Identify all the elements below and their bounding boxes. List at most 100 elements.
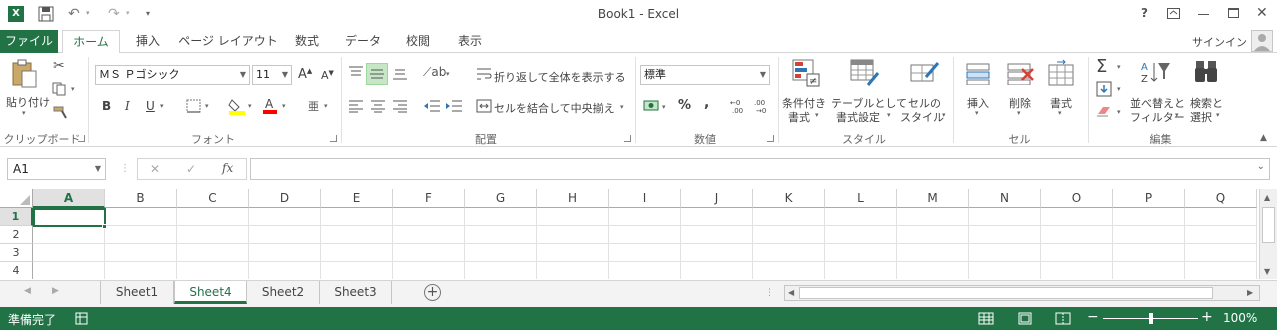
alignment-launcher-icon[interactable] (624, 135, 631, 142)
cell-h4[interactable] (537, 262, 609, 279)
autosum-dropdown-icon[interactable]: ▾ (1117, 63, 1121, 71)
orientation-icon[interactable]: ⟋ab (423, 65, 446, 80)
wrap-text-label[interactable]: 折り返して全体を表示する (494, 69, 626, 85)
align-bottom-icon[interactable] (392, 66, 408, 80)
cell-h1[interactable] (537, 208, 609, 226)
cell-b1[interactable] (105, 208, 177, 226)
grow-font-button[interactable]: A▲ (298, 67, 312, 82)
tab-file[interactable]: ファイル (0, 30, 58, 53)
align-center-icon[interactable] (370, 99, 386, 113)
cell-b3[interactable] (105, 244, 177, 262)
scroll-left-icon[interactable]: ◀ (788, 288, 794, 297)
fill-color-icon[interactable] (228, 97, 246, 115)
format-painter-icon[interactable] (53, 106, 68, 119)
expand-formula-icon[interactable]: ⌄ (1257, 161, 1265, 172)
shrink-font-button[interactable]: A▼ (321, 69, 334, 82)
cell-k4[interactable] (753, 262, 825, 279)
macro-record-icon[interactable] (75, 312, 89, 325)
font-launcher-icon[interactable] (330, 135, 337, 142)
cell-e1[interactable] (321, 208, 393, 226)
cell-d4[interactable] (249, 262, 321, 279)
column-header-m[interactable]: M (897, 189, 969, 208)
tab-formulas[interactable]: 数式 (285, 30, 329, 53)
maximize-icon[interactable] (1228, 8, 1239, 18)
fill-color-dropdown-icon[interactable]: ▾ (248, 102, 252, 110)
page-layout-view-icon[interactable] (1018, 312, 1032, 325)
cell-o2[interactable] (1041, 226, 1113, 244)
delete-cells-icon[interactable] (1007, 61, 1035, 85)
zoom-out-button[interactable]: − (1087, 309, 1099, 325)
cell-f1[interactable] (393, 208, 465, 226)
orientation-dropdown-icon[interactable]: ▾ (446, 70, 450, 78)
cell-n1[interactable] (969, 208, 1041, 226)
scroll-right-icon[interactable]: ▶ (1247, 288, 1253, 297)
align-top-icon[interactable] (348, 66, 364, 80)
cell-l4[interactable] (825, 262, 897, 279)
tab-view[interactable]: 表示 (448, 30, 492, 53)
collapse-ribbon-icon[interactable]: ▲ (1260, 133, 1267, 143)
cell-c1[interactable] (177, 208, 249, 226)
find-select-label-2[interactable]: 選択 (1190, 109, 1212, 125)
phonetic-guide-icon[interactable]: 亜 (308, 98, 319, 114)
horizontal-scrollbar[interactable]: ◀ ▶ (784, 285, 1260, 301)
cell-g2[interactable] (465, 226, 537, 244)
cell-l3[interactable] (825, 244, 897, 262)
prev-sheet-icon[interactable]: ◀ (24, 286, 31, 296)
paste-label[interactable]: 貼り付け (6, 94, 50, 110)
cell-p1[interactable] (1113, 208, 1185, 226)
cell-j2[interactable] (681, 226, 753, 244)
column-header-a[interactable]: A (33, 189, 105, 208)
number-format-select[interactable]: 標準 ▼ (640, 65, 770, 85)
sheet-tab-sheet3[interactable]: Sheet3 (320, 281, 392, 304)
column-header-o[interactable]: O (1041, 189, 1113, 208)
cell-a3[interactable] (33, 244, 105, 262)
cell-c2[interactable] (177, 226, 249, 244)
tab-insert[interactable]: 挿入 (126, 30, 170, 53)
column-header-c[interactable]: C (177, 189, 249, 208)
cell-m2[interactable] (897, 226, 969, 244)
sheet-tab-sheet4[interactable]: Sheet4 (174, 281, 247, 304)
column-header-n[interactable]: N (969, 189, 1041, 208)
cell-o1[interactable] (1041, 208, 1113, 226)
find-select-dropdown-icon[interactable]: ▾ (1216, 111, 1220, 119)
cell-a4[interactable] (33, 262, 105, 279)
normal-view-icon[interactable] (978, 312, 994, 325)
format-table-dropdown-icon[interactable]: ▾ (887, 111, 891, 119)
scroll-down-icon[interactable]: ▼ (1264, 267, 1270, 276)
cell-i4[interactable] (609, 262, 681, 279)
cell-o3[interactable] (1041, 244, 1113, 262)
cell-h2[interactable] (537, 226, 609, 244)
cell-b2[interactable] (105, 226, 177, 244)
cell-d2[interactable] (249, 226, 321, 244)
cell-m3[interactable] (897, 244, 969, 262)
cell-j1[interactable] (681, 208, 753, 226)
scroll-up-icon[interactable]: ▲ (1264, 193, 1270, 202)
increase-decimal-icon[interactable]: ←0.00 (730, 97, 748, 115)
fill-handle[interactable] (102, 224, 107, 229)
column-header-i[interactable]: I (609, 189, 681, 208)
bold-button[interactable]: B (102, 99, 111, 113)
tab-review[interactable]: 校閲 (396, 30, 440, 53)
merge-center-icon[interactable] (476, 99, 492, 113)
cell-p3[interactable] (1113, 244, 1185, 262)
selected-cell[interactable] (33, 208, 106, 227)
clipboard-launcher-icon[interactable] (78, 135, 85, 142)
cell-i1[interactable] (609, 208, 681, 226)
increase-indent-icon[interactable] (445, 99, 463, 113)
cell-b4[interactable] (105, 262, 177, 279)
cell-n2[interactable] (969, 226, 1041, 244)
cell-f4[interactable] (393, 262, 465, 279)
cell-o4[interactable] (1041, 262, 1113, 279)
worksheet-grid[interactable]: ABCDEFGHIJKLMNOPQ 1234 ▲ ▼ (0, 189, 1277, 279)
copy-dropdown-icon[interactable]: ▾ (71, 85, 75, 93)
font-size-select[interactable]: 11 ▼ (252, 65, 292, 85)
cell-k1[interactable] (753, 208, 825, 226)
cell-q3[interactable] (1185, 244, 1257, 262)
ribbon-display-options-icon[interactable] (1167, 8, 1180, 19)
sort-filter-dropdown-icon[interactable]: ▾ (1175, 111, 1179, 119)
cancel-icon[interactable]: ✕ (150, 162, 160, 176)
cell-f3[interactable] (393, 244, 465, 262)
find-select-icon[interactable] (1194, 59, 1220, 85)
cell-p2[interactable] (1113, 226, 1185, 244)
column-header-k[interactable]: K (753, 189, 825, 208)
